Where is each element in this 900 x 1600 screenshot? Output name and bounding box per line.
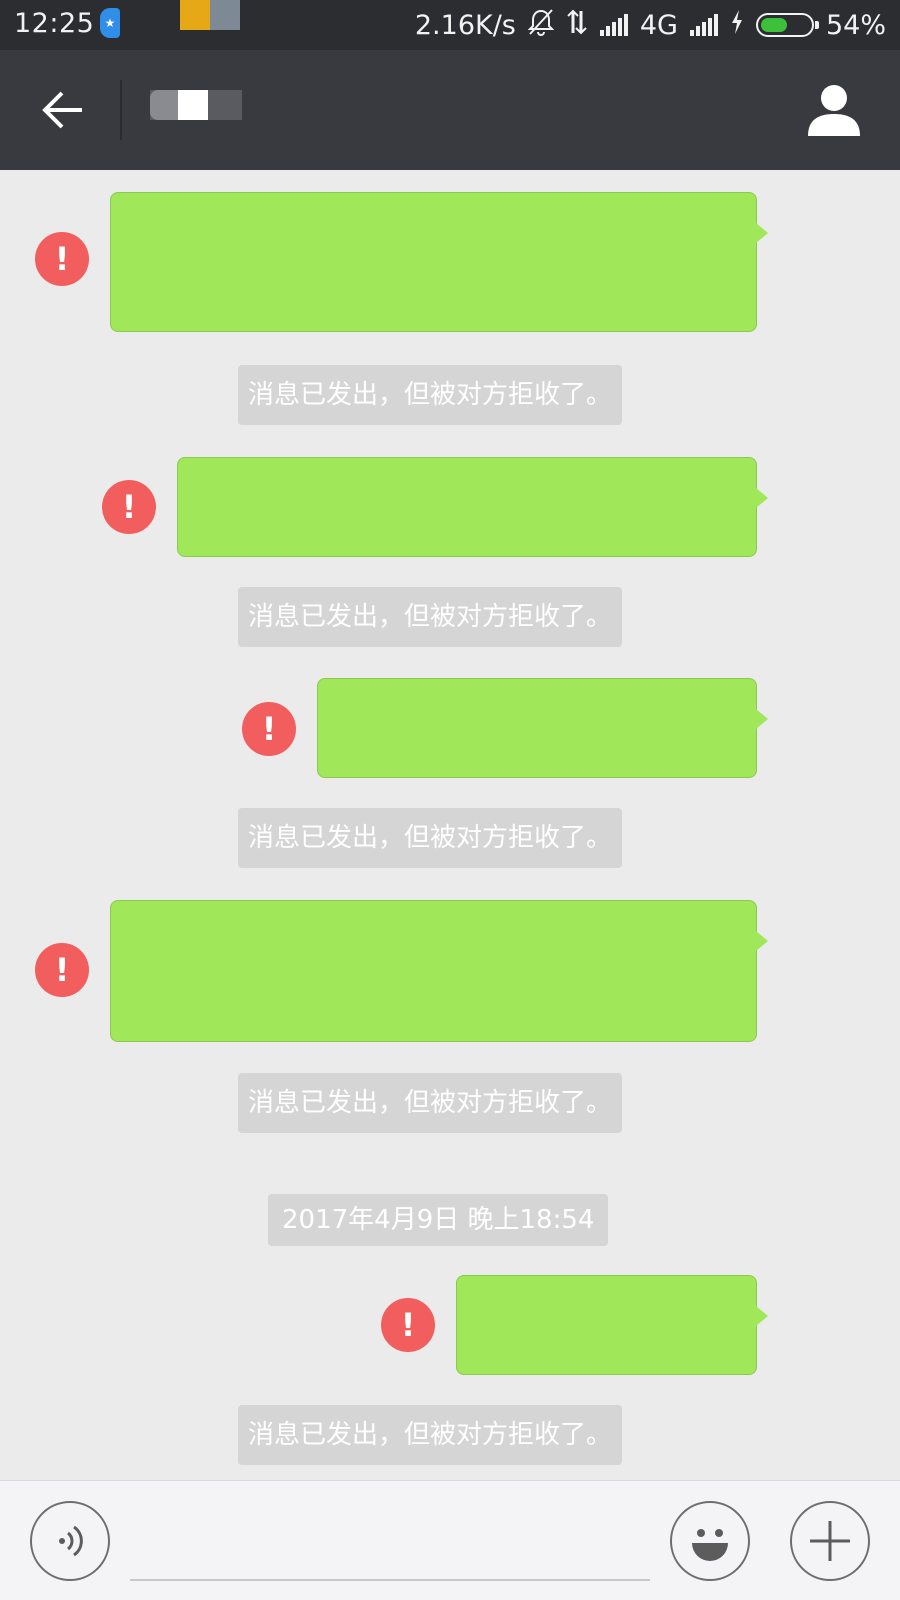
battery-icon <box>755 13 819 37</box>
rejected-notice: 消息已发出，但被对方拒收了。 <box>238 1073 623 1133</box>
message-bubble-redacted[interactable] <box>177 457 768 557</box>
app-notification-icon <box>180 0 240 30</box>
rejected-notice: 消息已发出，但被对方拒收了。 <box>238 808 623 868</box>
network-type: 4G <box>639 9 678 41</box>
input-bar <box>0 1480 900 1600</box>
message-bubble-redacted[interactable] <box>317 678 768 778</box>
chat-message-list[interactable]: ! 消息已发出，但被对方拒收了。 ! 消息已发出，但被对方拒收了。 ! 消息已发… <box>0 170 900 1480</box>
voice-button[interactable] <box>30 1501 110 1581</box>
rejected-notice: 消息已发出，但被对方拒收了。 <box>238 1405 623 1465</box>
message-bubble-redacted[interactable] <box>110 900 768 1042</box>
charging-icon <box>730 9 744 42</box>
notification-icon: ★ <box>100 8 120 38</box>
more-button[interactable] <box>790 1501 870 1581</box>
send-failed-icon[interactable]: ! <box>35 943 89 997</box>
back-button[interactable] <box>30 78 94 142</box>
message-input[interactable] <box>130 1579 650 1581</box>
signal-icon <box>599 14 628 36</box>
send-failed-icon[interactable]: ! <box>35 232 89 286</box>
net-speed: 2.16K/s <box>414 9 516 41</box>
rejected-notice: 消息已发出，但被对方拒收了。 <box>238 365 623 425</box>
chat-timestamp: 2017年4月9日 晚上18:54 <box>268 1194 609 1246</box>
battery-percent: 54% <box>825 9 886 41</box>
status-time: 12:25 <box>14 8 95 39</box>
status-bar: 12:25 ★ 2.16K/s 4G 54% <box>0 0 900 50</box>
profile-button[interactable] <box>804 80 864 140</box>
voice-icon <box>59 1525 83 1557</box>
rejected-notice: 消息已发出，但被对方拒收了。 <box>238 587 623 647</box>
chat-title-bar <box>0 50 900 170</box>
send-failed-icon[interactable]: ! <box>242 702 296 756</box>
title-divider <box>120 80 122 140</box>
chat-contact-name-redacted <box>150 90 242 120</box>
mute-bell-icon <box>527 8 555 43</box>
signal-icon-2 <box>689 14 718 36</box>
emoji-button[interactable] <box>670 1501 750 1581</box>
emoji-icon <box>692 1529 728 1561</box>
person-icon <box>808 85 860 136</box>
send-failed-icon[interactable]: ! <box>381 1298 435 1352</box>
send-failed-icon[interactable]: ! <box>102 480 156 534</box>
data-transfer-icon <box>566 9 588 42</box>
message-bubble-redacted[interactable] <box>456 1275 768 1375</box>
plus-icon <box>810 1521 850 1561</box>
arrow-left-icon <box>42 91 82 129</box>
message-bubble-redacted[interactable] <box>110 192 768 332</box>
